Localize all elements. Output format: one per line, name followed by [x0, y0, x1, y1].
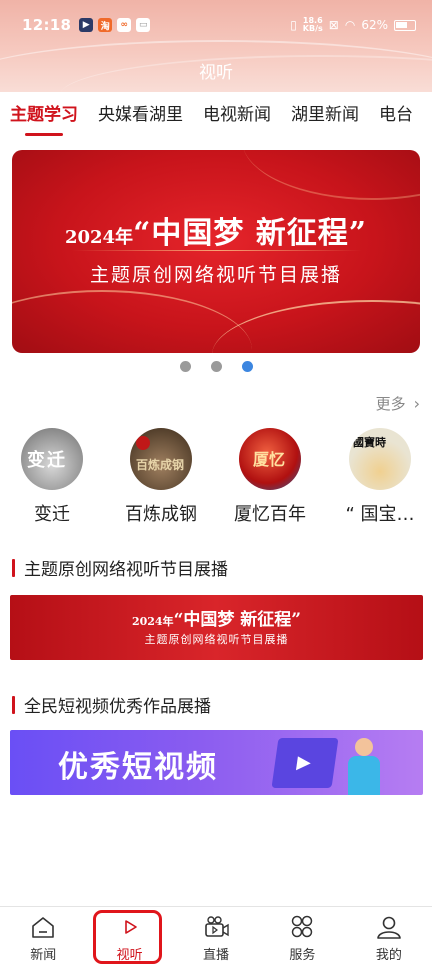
status-time: 12:18 [22, 16, 72, 34]
carousel-dot[interactable] [179, 361, 191, 372]
app-notification-icon: ▭ [136, 18, 151, 32]
highlight-annotation [93, 910, 162, 964]
vibrate-icon: ▯ [290, 18, 297, 32]
program-item[interactable]: 厦忆 厦忆百年 [220, 428, 320, 526]
wifi-icon: ◠ [344, 18, 356, 32]
app-notification-icon: ▶ [79, 18, 94, 32]
app-notification-icon: ∞ [117, 18, 132, 32]
chevron-right-icon: › [413, 394, 420, 413]
section-banner-short-video[interactable]: 优秀短视频 ▶ [10, 730, 423, 795]
net-speed: 18.6 KB/s [302, 16, 323, 33]
section-banner-theme[interactable]: 2024年“中国梦 新征程” 主题原创网络视听节目展播 [10, 595, 423, 660]
program-item[interactable]: 國寶時 “ 国宝… [330, 428, 430, 526]
person-illustration [355, 738, 373, 756]
program-name: 变迁 [34, 504, 70, 525]
nav-service[interactable]: 服务 [259, 907, 345, 964]
video-screen-icon: ▶ [271, 738, 339, 788]
battery-icon [394, 19, 416, 31]
program-name: 厦忆百年 [234, 504, 306, 525]
top-header: 12:18 ▶ 淘 ∞ ▭ ▯ 18.6 KB/s ⊠ ◠ 62% 视听 [0, 0, 432, 92]
nav-news[interactable]: 新闻 [0, 907, 86, 964]
battery-percent: 62% [361, 18, 388, 32]
category-tabs: 主题学习 央媒看湖里 电视新闻 湖里新闻 电台 [0, 92, 432, 136]
bottom-nav: 新闻 视听 直播 服务 我的 [0, 906, 432, 964]
carousel-dot[interactable] [210, 361, 222, 372]
nav-live[interactable]: 直播 [173, 907, 259, 964]
program-thumbnail: 厦忆 [239, 428, 301, 490]
app-notification-icon: 淘 [98, 18, 113, 32]
page-title: 视听 [199, 63, 233, 83]
program-thumbnail: 國寶時 [349, 428, 411, 490]
carousel-indicator [0, 361, 432, 372]
status-bar: 12:18 ▶ 淘 ∞ ▭ ▯ 18.6 KB/s ⊠ ◠ 62% [0, 0, 432, 50]
banner-headline: “中国梦 新征程” [133, 216, 368, 251]
tab-radio[interactable]: 电台 [379, 100, 413, 129]
live-camera-icon [205, 916, 229, 937]
tab-huli-news[interactable]: 湖里新闻 [291, 100, 359, 129]
more-label: 更多 [375, 395, 406, 413]
carousel-banner[interactable]: 2024年“中国梦 新征程” 主题原创网络视听节目展播 [12, 150, 420, 353]
program-list: 变迁 变迁 百炼成钢 百炼成钢 厦忆 厦忆百年 國寶時 “ 国宝… [0, 428, 432, 528]
tab-tv-news[interactable]: 电视新闻 [203, 100, 271, 129]
tab-central-media[interactable]: 央媒看湖里 [98, 100, 183, 129]
section-title: 主题原创网络视听节目展播 [12, 555, 228, 580]
user-icon [377, 916, 401, 939]
tab-theme-study[interactable]: 主题学习 [10, 100, 78, 129]
program-item[interactable]: 百炼成钢 百炼成钢 [111, 428, 211, 526]
nav-profile[interactable]: 我的 [346, 907, 432, 964]
program-item[interactable]: 变迁 变迁 [2, 428, 102, 526]
banner-subtitle: 主题原创网络视听节目展播 [89, 264, 342, 286]
grid-icon [292, 915, 313, 938]
home-icon [32, 917, 55, 938]
program-thumbnail: 百炼成钢 [130, 428, 192, 490]
program-name: “ 国宝… [345, 504, 415, 525]
program-thumbnail: 变迁 [21, 428, 83, 490]
program-name: 百炼成钢 [125, 504, 197, 525]
banner-year: 2024年 [64, 227, 134, 248]
section-title: 全民短视频优秀作品展播 [12, 692, 211, 717]
carousel-dot-active[interactable] [241, 361, 253, 372]
sim-icon: ⊠ [328, 18, 339, 32]
more-link[interactable]: 更多 › [376, 393, 420, 414]
